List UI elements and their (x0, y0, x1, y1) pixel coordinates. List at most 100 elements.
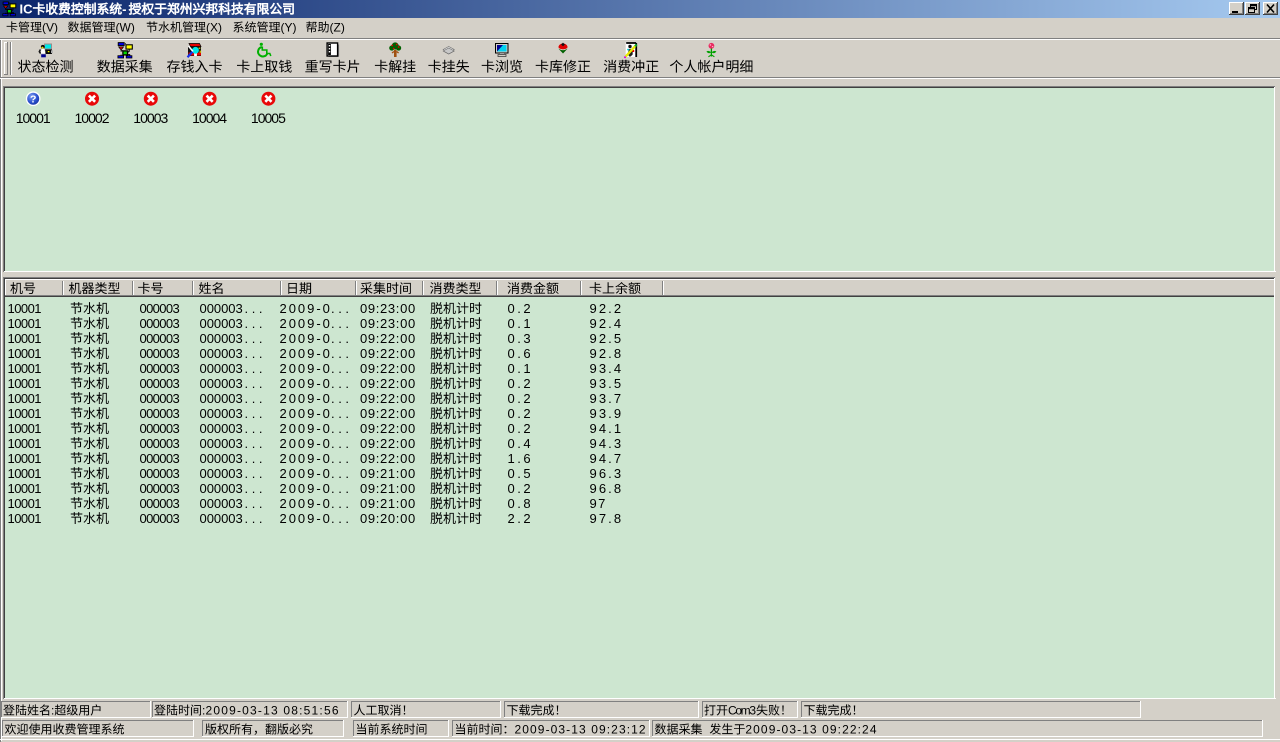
svg-text:.: . (331, 481, 335, 496)
svg-text:93.7: 93.7 (590, 391, 622, 406)
svg-text:09:23:00: 09:23:00 (360, 316, 415, 331)
svg-text:09:22:00: 09:22:00 (360, 436, 415, 451)
svg-text:000003: 000003 (140, 421, 180, 436)
svg-text:.: . (331, 361, 335, 376)
svg-text:10004: 10004 (192, 110, 227, 126)
svg-text:.: . (259, 406, 263, 421)
svg-text:000003: 000003 (200, 421, 243, 436)
svg-text:.: . (338, 361, 342, 376)
svg-text:10001: 10001 (8, 391, 42, 406)
svg-text:93.9: 93.9 (590, 406, 622, 421)
svg-text:.: . (345, 376, 349, 391)
svg-text:.: . (252, 421, 256, 436)
svg-text:94.3: 94.3 (590, 436, 622, 451)
svg-text:.: . (245, 331, 249, 346)
svg-text:0.5: 0.5 (508, 466, 531, 481)
svg-text:10001: 10001 (8, 376, 42, 391)
svg-text:.: . (345, 406, 349, 421)
svg-text:09:22:00: 09:22:00 (360, 331, 415, 346)
svg-text:.: . (259, 376, 263, 391)
svg-text:.: . (245, 376, 249, 391)
svg-text:10001: 10001 (8, 316, 42, 331)
svg-text:10003: 10003 (133, 110, 168, 126)
svg-text:0.4: 0.4 (508, 436, 531, 451)
svg-text:96.3: 96.3 (590, 466, 622, 481)
svg-text:.: . (245, 406, 249, 421)
svg-text:94.1: 94.1 (590, 421, 622, 436)
svg-text:.: . (245, 391, 249, 406)
svg-text:000003: 000003 (200, 451, 243, 466)
svg-text:000003: 000003 (200, 346, 243, 361)
svg-text:10001: 10001 (8, 331, 42, 346)
svg-text:.: . (331, 376, 335, 391)
svg-text:0.2: 0.2 (508, 376, 531, 391)
svg-text:000003: 000003 (200, 301, 243, 316)
svg-text:0.8: 0.8 (508, 496, 531, 511)
svg-text:.: . (252, 391, 256, 406)
svg-text:09:21:00: 09:21:00 (360, 481, 415, 496)
svg-text:0.2: 0.2 (508, 421, 531, 436)
svg-text:.: . (245, 496, 249, 511)
svg-text:.: . (345, 481, 349, 496)
svg-text:(X): (X) (206, 21, 222, 35)
svg-text:?: ? (30, 94, 36, 106)
svg-text:.: . (245, 301, 249, 316)
svg-text:10001: 10001 (8, 421, 42, 436)
svg-text:.: . (331, 436, 335, 451)
svg-text:.: . (252, 451, 256, 466)
svg-text:.: . (331, 316, 335, 331)
svg-text:92.8: 92.8 (590, 346, 622, 361)
svg-text:10001: 10001 (16, 110, 51, 126)
svg-text:.: . (259, 481, 263, 496)
svg-text:000003: 000003 (200, 316, 243, 331)
svg-text:09:22:00: 09:22:00 (360, 346, 415, 361)
svg-text:10001: 10001 (8, 436, 42, 451)
svg-text:000003: 000003 (140, 436, 180, 451)
svg-text:.: . (259, 451, 263, 466)
svg-text:09:22:00: 09:22:00 (360, 376, 415, 391)
svg-text:94.7: 94.7 (590, 451, 622, 466)
svg-text:93.5: 93.5 (590, 376, 622, 391)
svg-text:.: . (259, 496, 263, 511)
svg-text:09:22:00: 09:22:00 (360, 406, 415, 421)
svg-text:.: . (331, 511, 335, 526)
svg-text:.: . (345, 346, 349, 361)
svg-text:0.2: 0.2 (508, 301, 531, 316)
svg-text:000003: 000003 (200, 496, 243, 511)
svg-text:.: . (338, 451, 342, 466)
svg-text:000003: 000003 (140, 496, 180, 511)
svg-text:.: . (345, 391, 349, 406)
svg-text:2.2: 2.2 (508, 511, 531, 526)
svg-text:.: . (245, 346, 249, 361)
svg-text:93.4: 93.4 (590, 361, 622, 376)
svg-text:2009-03-13 09:23:12: 2009-03-13 09:23:12 (515, 723, 646, 737)
svg-text:2009-03-13 09:22:24: 2009-03-13 09:22:24 (745, 723, 876, 737)
svg-text:000003: 000003 (140, 316, 180, 331)
svg-text:-: - (122, 2, 126, 17)
svg-text:000003: 000003 (200, 481, 243, 496)
svg-text:.: . (345, 331, 349, 346)
svg-text:0.2: 0.2 (508, 481, 531, 496)
svg-text:.: . (252, 316, 256, 331)
svg-text:(Z): (Z) (330, 21, 345, 35)
svg-text:.: . (252, 376, 256, 391)
svg-text:0.3: 0.3 (508, 331, 531, 346)
svg-text:.: . (338, 481, 342, 496)
svg-text:.: . (345, 436, 349, 451)
svg-text:.: . (252, 346, 256, 361)
svg-text:.: . (245, 436, 249, 451)
svg-text:.: . (252, 301, 256, 316)
svg-text::: : (51, 704, 54, 718)
svg-text:.: . (345, 451, 349, 466)
svg-text:000003: 000003 (140, 511, 180, 526)
svg-text:000003: 000003 (200, 391, 243, 406)
svg-text:10001: 10001 (8, 346, 42, 361)
svg-text:000003: 000003 (200, 376, 243, 391)
svg-text:.: . (338, 376, 342, 391)
svg-text:09:23:00: 09:23:00 (360, 301, 415, 316)
svg-text:92.5: 92.5 (590, 331, 622, 346)
svg-text:.: . (252, 496, 256, 511)
svg-text:000003: 000003 (140, 481, 180, 496)
svg-text:.: . (259, 346, 263, 361)
svg-text:09:22:00: 09:22:00 (360, 391, 415, 406)
